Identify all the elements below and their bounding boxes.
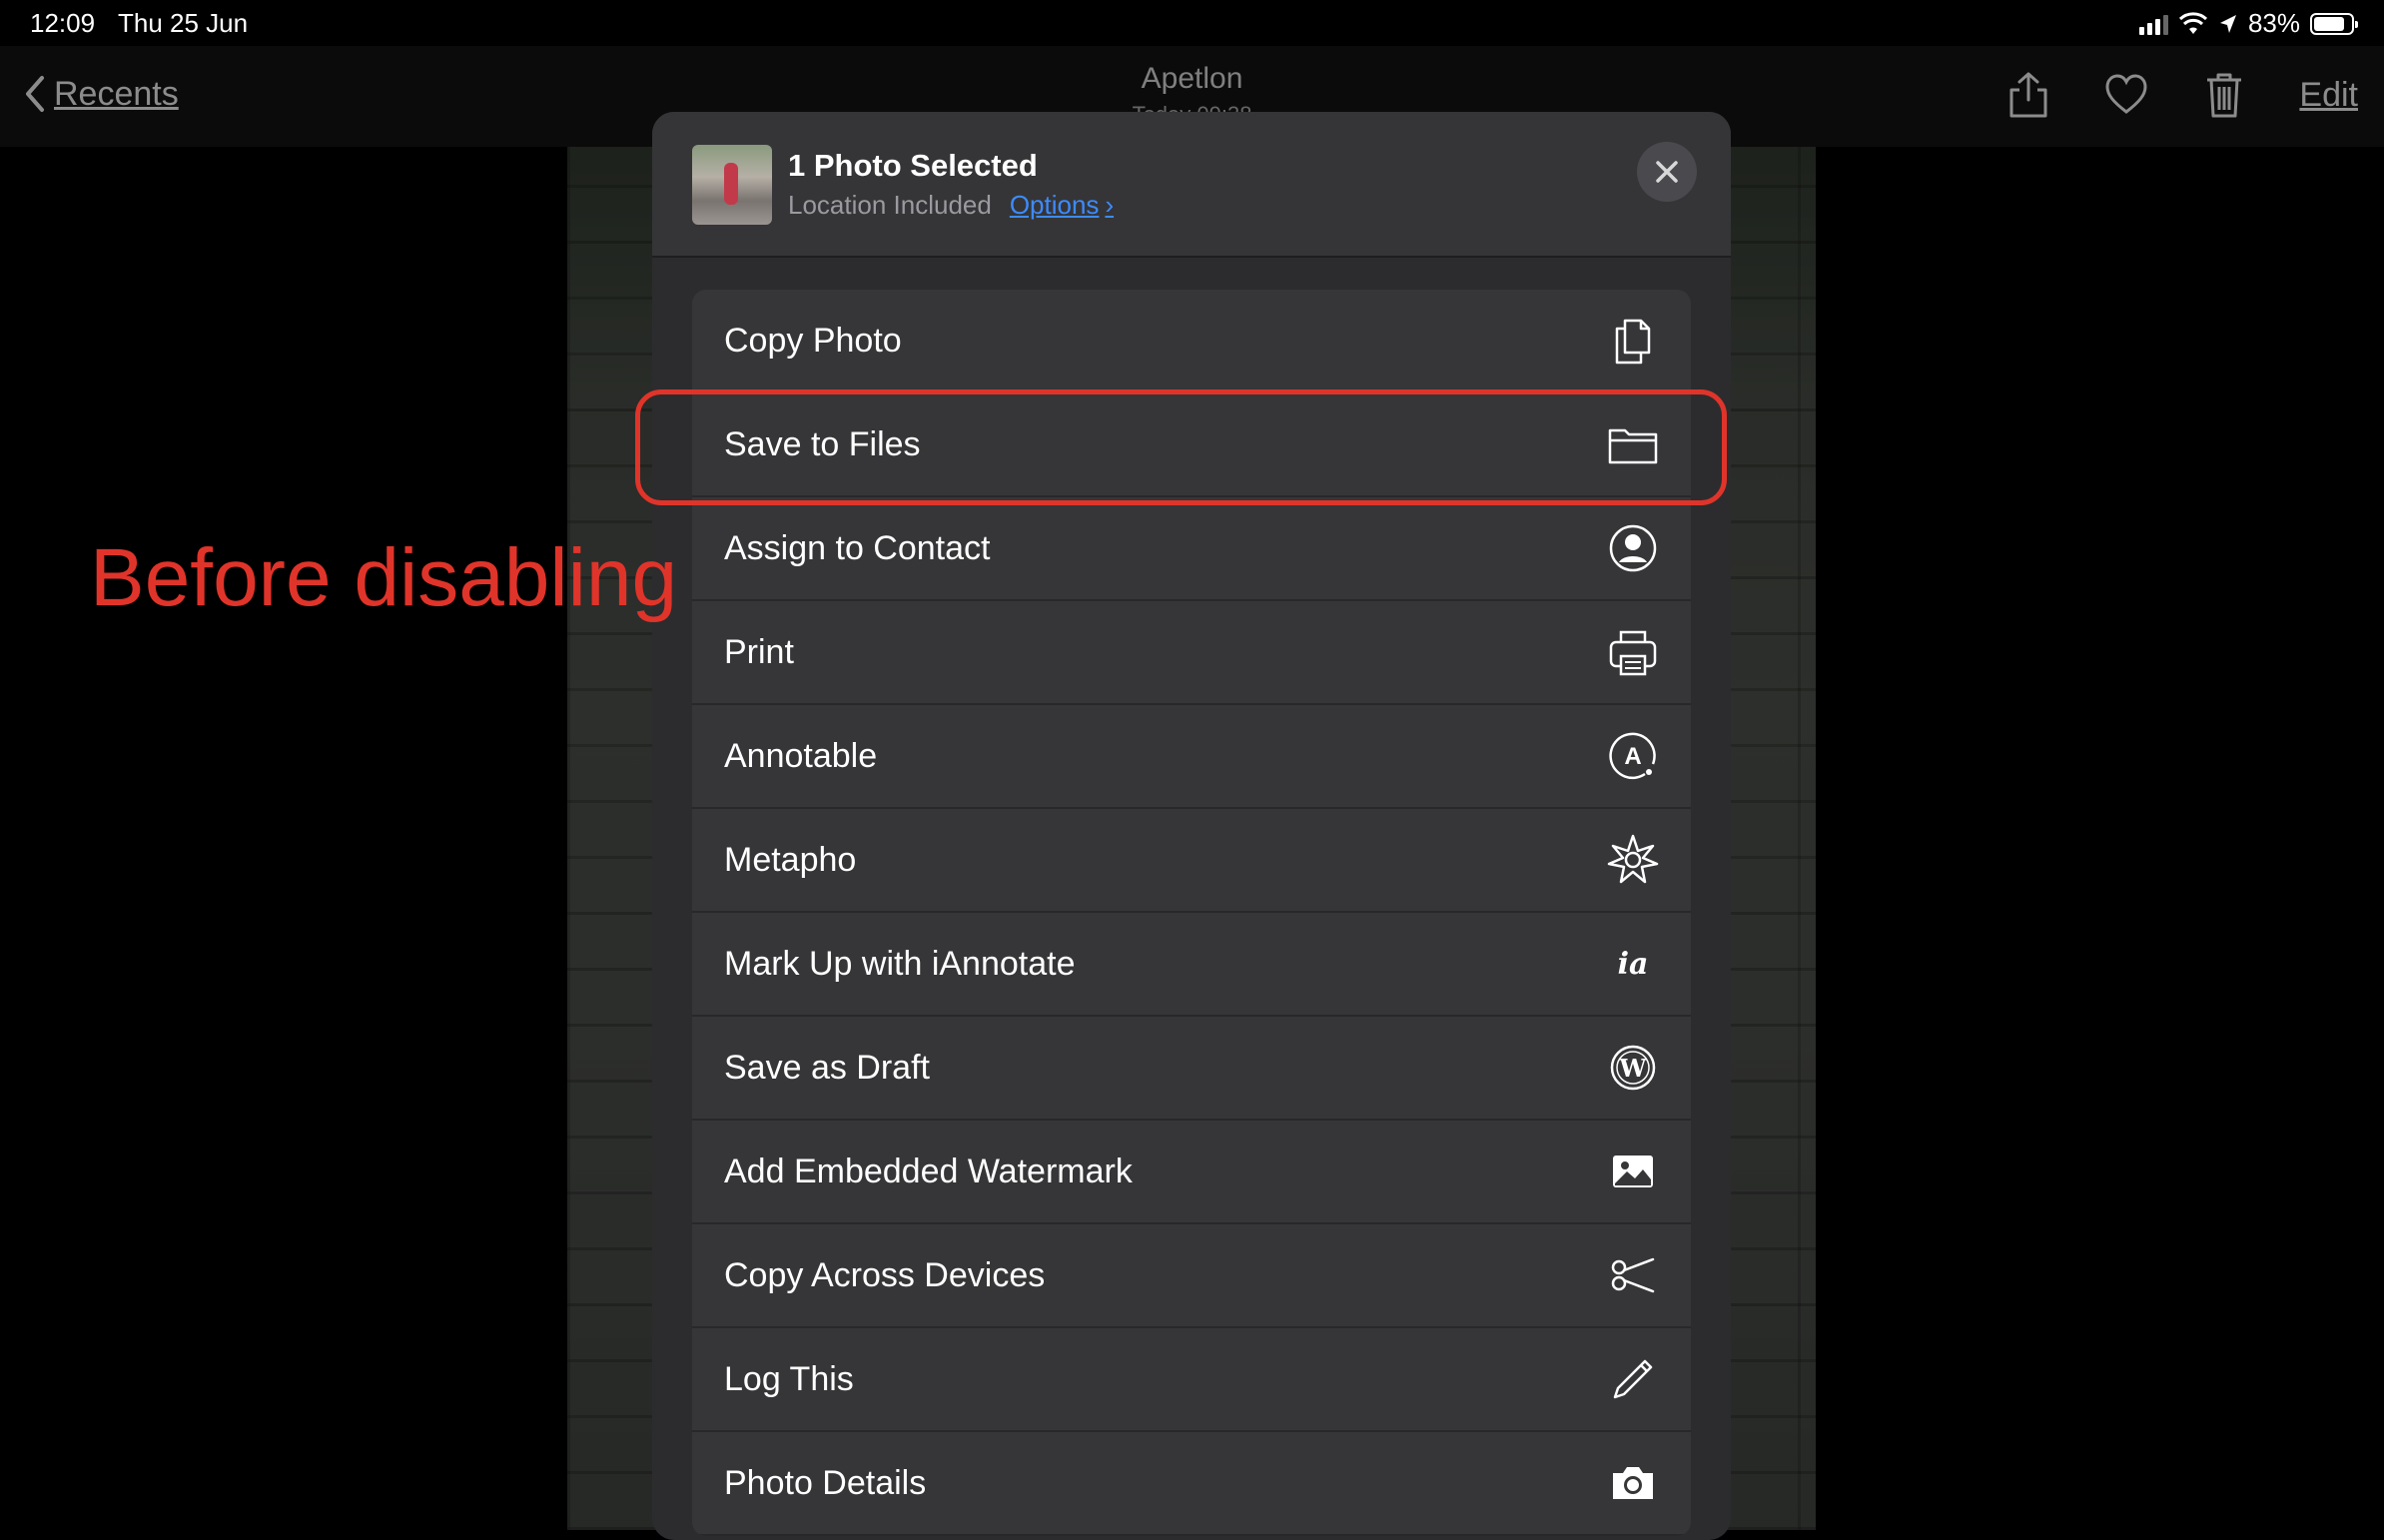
options-label: Options — [1009, 190, 1100, 220]
action-label: Photo Details — [724, 1463, 927, 1502]
share-sheet: 1 Photo Selected Location Included Optio… — [652, 112, 1731, 1540]
nav-toolbar: Edit — [2005, 70, 2358, 120]
svg-text:A: A — [1624, 743, 1641, 770]
metapho-icon — [1605, 832, 1661, 888]
trash-icon[interactable] — [2201, 70, 2247, 120]
status-time: 12:09 — [30, 8, 96, 38]
action-photo-details[interactable]: Photo Details — [692, 1432, 1691, 1536]
action-copy-photo[interactable]: Copy Photo — [692, 290, 1691, 393]
action-label: Copy Across Devices — [724, 1255, 1046, 1294]
action-assign-to-contact[interactable]: Assign to Contact — [692, 497, 1691, 601]
edit-button[interactable]: Edit — [2299, 76, 2358, 115]
action-log-this[interactable]: Log This — [692, 1328, 1691, 1432]
svg-text:W: W — [1619, 1054, 1648, 1083]
battery-level — [2314, 16, 2344, 31]
copy-icon — [1605, 313, 1661, 369]
action-print[interactable]: Print — [692, 601, 1691, 705]
selection-title: 1 Photo Selected — [788, 148, 1038, 183]
pencil-icon — [1605, 1351, 1661, 1407]
cellular-signal-icon — [2138, 13, 2168, 35]
iannotate-icon: ia — [1605, 936, 1661, 992]
action-mark-up-iannotate[interactable]: Mark Up with iAnnotate ia — [692, 913, 1691, 1017]
action-label: Metapho — [724, 840, 857, 879]
close-button[interactable] — [1637, 142, 1697, 202]
photo-thumbnail — [692, 145, 772, 225]
share-icon[interactable] — [2005, 70, 2051, 120]
wifi-icon — [2178, 11, 2207, 34]
action-label: Copy Photo — [724, 321, 902, 360]
action-label: Print — [724, 632, 794, 671]
action-label: Log This — [724, 1359, 854, 1398]
status-date: Thu 25 Jun — [118, 8, 249, 38]
camera-icon — [1605, 1455, 1661, 1511]
action-save-as-draft[interactable]: Save as Draft W — [692, 1017, 1691, 1121]
status-indicators: 83% — [2138, 8, 2358, 39]
printer-icon — [1605, 624, 1661, 680]
options-link[interactable]: Options › — [1010, 190, 1114, 221]
action-label: Mark Up with iAnnotate — [724, 944, 1076, 983]
location-arrow-icon — [2219, 14, 2236, 33]
share-sheet-header: 1 Photo Selected Location Included Optio… — [652, 112, 1731, 258]
battery-icon — [2310, 12, 2358, 35]
action-label: Assign to Contact — [724, 528, 991, 567]
action-label: Add Embedded Watermark — [724, 1152, 1133, 1190]
action-annotable[interactable]: Annotable A — [692, 705, 1691, 809]
close-icon — [1656, 161, 1678, 183]
action-label: Annotable — [724, 736, 878, 775]
svg-text:ia: ia — [1618, 947, 1649, 982]
action-label: Save as Draft — [724, 1048, 930, 1087]
chevron-right-icon: › — [1105, 190, 1115, 220]
heart-icon[interactable] — [2103, 70, 2149, 120]
annotation-label: Before disabling — [90, 532, 678, 623]
status-bar: 12:09 Thu 25 Jun 83% — [0, 0, 2384, 46]
battery-percent: 83% — [2247, 8, 2300, 38]
person-circle-icon — [1605, 520, 1661, 576]
action-add-watermark[interactable]: Add Embedded Watermark — [692, 1121, 1691, 1224]
highlight-box — [635, 389, 1727, 505]
action-copy-across-devices[interactable]: Copy Across Devices — [692, 1224, 1691, 1328]
action-metapho[interactable]: Metapho — [692, 809, 1691, 913]
annotable-icon: A — [1605, 728, 1661, 784]
selection-subtitle: Location Included Options › — [788, 190, 1114, 221]
location-status: Location Included — [788, 190, 992, 220]
scissors-icon — [1605, 1247, 1661, 1303]
wordpress-icon: W — [1605, 1040, 1661, 1096]
photo-icon — [1605, 1144, 1661, 1199]
